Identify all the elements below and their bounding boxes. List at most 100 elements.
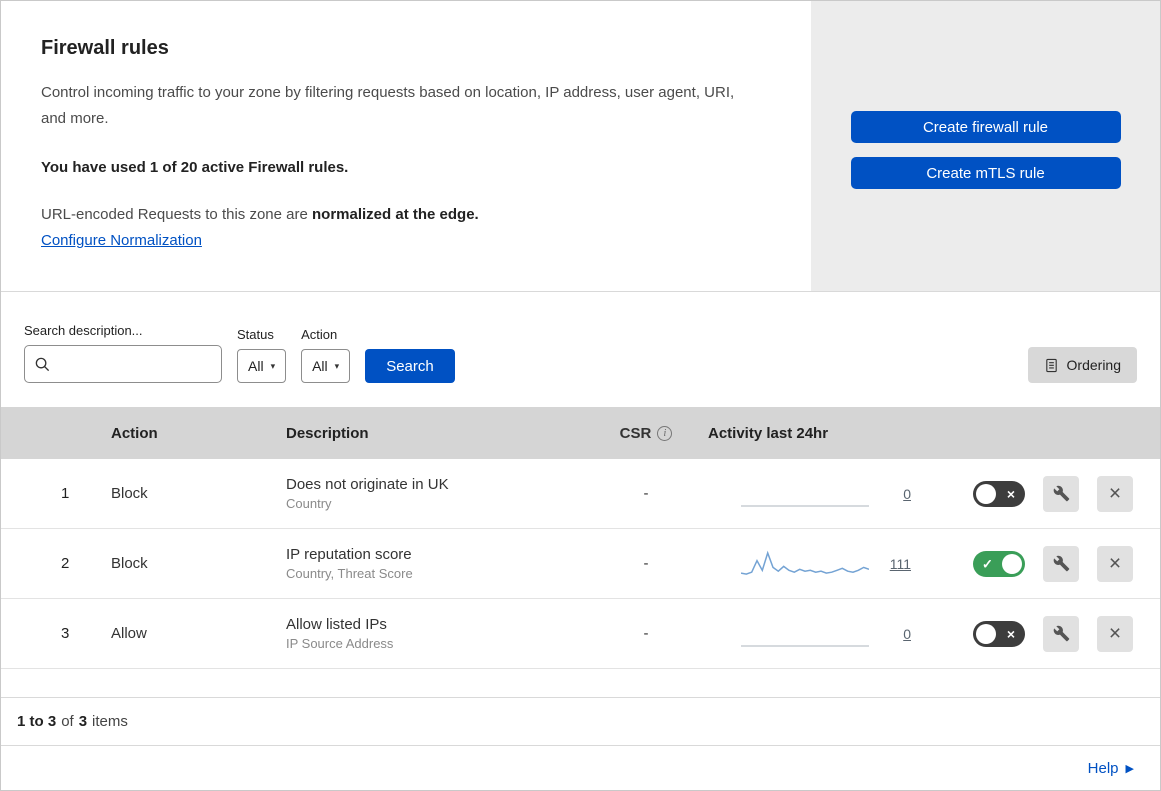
table-row: 1 Block Does not originate in UK Country… (1, 459, 1160, 529)
x-icon: × (1006, 485, 1015, 502)
close-icon: × (1108, 622, 1122, 645)
rule-csr-value: - (643, 555, 649, 572)
create-firewall-rule-button[interactable]: Create firewall rule (850, 111, 1121, 143)
ordering-list-icon (1045, 358, 1057, 372)
delete-rule-button[interactable]: × (1097, 545, 1133, 582)
delete-rule-button[interactable]: × (1097, 475, 1133, 512)
ordering-button[interactable]: Ordering (1027, 347, 1137, 383)
search-icon (35, 357, 50, 371)
search-input[interactable] (57, 356, 212, 372)
items-range: 1 to 3 (17, 713, 57, 730)
status-group: Status All ▾ (237, 327, 287, 383)
rules-table: Action Description CSR i Activity last 2… (1, 407, 1160, 669)
activity-sparkline (741, 644, 869, 647)
rule-enabled-toggle[interactable]: ✓ × (973, 620, 1025, 647)
page-header: Firewall rules Control incoming traffic … (1, 1, 1160, 292)
activity-count-link[interactable]: 111 (883, 556, 911, 572)
rule-action: Block (111, 555, 148, 572)
toggle-knob (1002, 553, 1022, 574)
rule-description: IP reputation score Country, Threat Scor… (276, 546, 596, 581)
rule-fields: Country (286, 496, 332, 511)
close-icon: × (1108, 482, 1122, 505)
search-group: Search description... (24, 323, 222, 383)
table-row: 3 Allow Allow listed IPs IP Source Addre… (1, 599, 1160, 669)
rule-priority: 1 (61, 485, 70, 502)
check-icon: ✓ (982, 556, 993, 571)
column-header-action: Action (111, 424, 158, 442)
rule-activity: 0 (696, 620, 941, 648)
table-header-row: Action Description CSR i Activity last 2… (1, 407, 1160, 459)
action-dropdown[interactable]: All ▾ (301, 349, 351, 383)
rule-activity: 111 (696, 550, 941, 578)
rule-fields: Country, Threat Score (286, 566, 413, 581)
search-box (24, 345, 222, 383)
wrench-icon (1053, 555, 1069, 572)
rule-fields: IP Source Address (286, 636, 394, 651)
x-icon: × (1006, 625, 1015, 642)
configure-normalization-link[interactable]: Configure Normalization (41, 232, 202, 249)
rule-description-text: Allow listed IPs (286, 616, 387, 633)
column-header-activity: Activity last 24hr (708, 424, 829, 442)
page-title: Firewall rules (41, 37, 169, 59)
wrench-icon (1053, 625, 1069, 642)
action-dropdown-value: All (312, 358, 328, 374)
rule-csr-value: - (643, 625, 649, 642)
activity-count-link[interactable]: 0 (883, 486, 911, 502)
page-description: Control incoming traffic to your zone by… (41, 84, 735, 128)
action-group: Action All ▾ (301, 327, 351, 383)
rule-controls: ✓ × × (941, 545, 1160, 582)
normalization-text: URL-encoded Requests to this zone are (41, 205, 312, 223)
rule-controls: ✓ × × (941, 615, 1160, 652)
wrench-icon (1053, 485, 1069, 502)
rule-priority: 3 (61, 625, 70, 642)
chevron-down-icon: ▾ (270, 360, 276, 371)
usage-summary: You have used 1 of 20 active Firewall ru… (41, 158, 349, 176)
pagination-summary: 1 to 3 of 3 items (1, 697, 1160, 745)
status-dropdown-value: All (248, 358, 264, 374)
rule-description: Allow listed IPs IP Source Address (276, 616, 596, 651)
header-content: Firewall rules Control incoming traffic … (1, 1, 811, 291)
table-spacer (1, 669, 1160, 697)
column-header-description: Description (286, 424, 369, 442)
rule-activity: 0 (696, 480, 941, 508)
rule-action: Allow (111, 625, 147, 642)
delete-rule-button[interactable]: × (1097, 615, 1133, 652)
close-icon: × (1108, 552, 1122, 575)
table-row: 2 Block IP reputation score Country, Thr… (1, 529, 1160, 599)
edit-rule-button[interactable] (1043, 615, 1079, 652)
firewall-rules-page: Firewall rules Control incoming traffic … (0, 0, 1161, 791)
create-mtls-rule-button[interactable]: Create mTLS rule (850, 157, 1121, 189)
items-label: items (92, 713, 128, 730)
normalization-note: URL-encoded Requests to this zone are no… (41, 206, 771, 223)
help-link[interactable]: Help ▶ (1088, 760, 1134, 777)
rule-enabled-toggle[interactable]: ✓ × (973, 480, 1025, 507)
normalization-bold-text: normalized at the edge. (312, 205, 479, 223)
rule-csr-value: - (643, 485, 649, 502)
items-total: 3 (78, 713, 88, 730)
toggle-knob (976, 483, 996, 504)
info-icon[interactable]: i (657, 425, 673, 441)
items-of: of (61, 713, 74, 730)
edit-rule-button[interactable] (1043, 545, 1079, 582)
help-bar: Help ▶ (1, 745, 1160, 790)
rule-controls: ✓ × × (941, 475, 1160, 512)
rule-enabled-toggle[interactable]: ✓ × (973, 550, 1025, 577)
activity-count-link[interactable]: 0 (883, 626, 911, 642)
status-label: Status (237, 327, 274, 342)
ordering-button-label: Ordering (1066, 357, 1121, 373)
status-dropdown[interactable]: All ▾ (237, 349, 287, 383)
rule-description: Does not originate in UK Country (276, 476, 596, 511)
actions-panel: Create firewall rule Create mTLS rule (811, 1, 1160, 291)
search-button[interactable]: Search (365, 349, 455, 383)
chevron-down-icon: ▾ (334, 360, 340, 371)
rule-description-text: IP reputation score (286, 546, 412, 563)
edit-rule-button[interactable] (1043, 475, 1079, 512)
filter-bar: Search description... Status All ▾ Action… (1, 292, 1160, 407)
activity-sparkline (741, 504, 869, 507)
rule-description-text: Does not originate in UK (286, 476, 449, 493)
column-header-csr: CSR i (596, 425, 696, 442)
search-label: Search description... (24, 323, 143, 338)
arrow-right-icon: ▶ (1125, 762, 1134, 775)
csr-header-label: CSR (619, 424, 652, 442)
rule-action: Block (111, 485, 148, 502)
